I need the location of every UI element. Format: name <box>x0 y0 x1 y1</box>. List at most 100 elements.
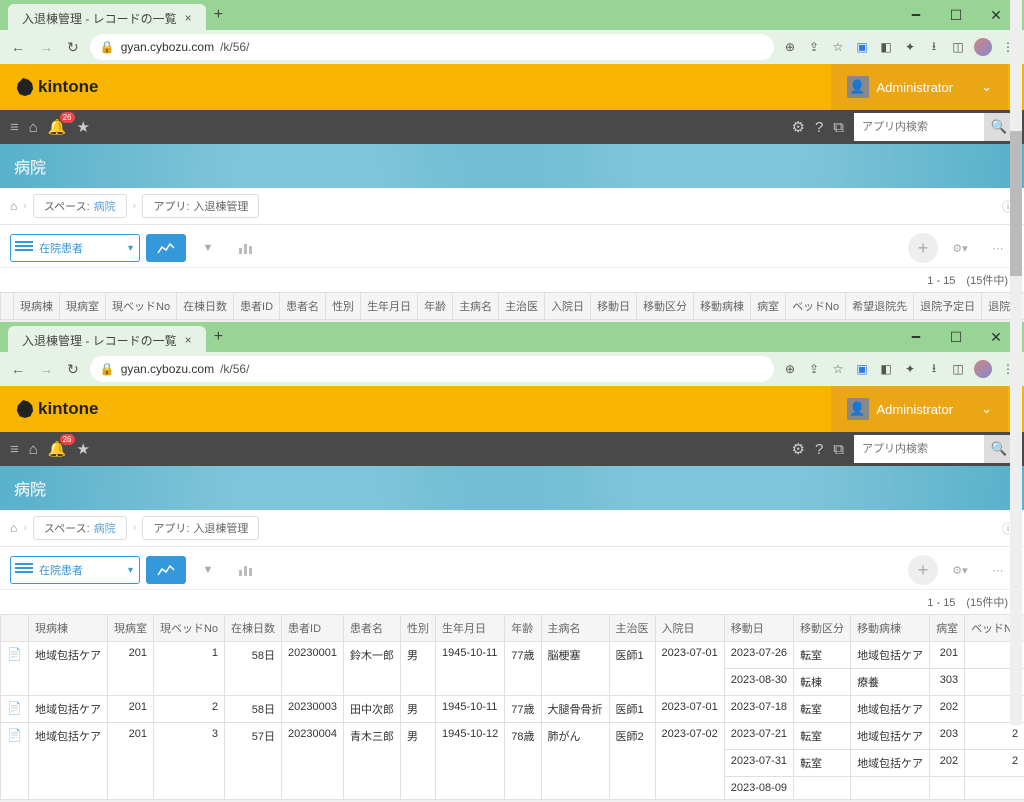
ext2-icon[interactable]: ◧ <box>878 39 894 55</box>
close-icon[interactable]: × <box>185 11 192 25</box>
column-header[interactable]: 性別 <box>326 293 361 320</box>
ext1-icon[interactable]: ▣ <box>854 39 870 55</box>
column-header[interactable]: 現ベッドNo <box>153 615 224 642</box>
column-header[interactable]: 入院日 <box>545 293 591 320</box>
gear-icon[interactable]: ⚙ <box>791 118 804 136</box>
column-header[interactable]: 現病棟 <box>14 293 60 320</box>
ext1-icon[interactable]: ▣ <box>854 361 870 377</box>
column-header[interactable]: 移動区分 <box>637 293 694 320</box>
record-open-icon[interactable]: 📄 <box>7 728 22 742</box>
add-record-button[interactable]: + <box>908 555 938 585</box>
user-menu[interactable]: 👤 Administrator ⌄ <box>831 64 1008 110</box>
kintone-logo[interactable]: kintone <box>16 77 98 97</box>
home-icon[interactable]: ⌂ <box>29 441 38 458</box>
download-icon[interactable]: ⭳ <box>926 39 942 55</box>
breadcrumb-space[interactable]: スペース: 病院 <box>33 516 127 540</box>
profile-avatar[interactable] <box>974 38 992 56</box>
column-header[interactable]: 在棟日数 <box>225 615 282 642</box>
puzzle-icon[interactable]: ✦ <box>902 39 918 55</box>
breadcrumb-space[interactable]: スペース: 病院 <box>33 194 127 218</box>
link-icon[interactable]: ⧉ <box>833 119 844 136</box>
column-header[interactable]: 患者ID <box>234 293 280 320</box>
column-header[interactable]: 患者名 <box>343 615 400 642</box>
panel-icon[interactable]: ◫ <box>950 39 966 55</box>
column-header[interactable]: 病室 <box>751 293 786 320</box>
settings-icon[interactable]: ⚙▾ <box>944 234 976 262</box>
back-icon[interactable]: ← <box>8 361 28 377</box>
new-tab-button[interactable]: + <box>214 6 223 24</box>
url-field[interactable]: 🔒 gyan.cybozu.com/k/56/ <box>90 34 774 60</box>
bell-icon[interactable]: 🔔26 <box>48 440 67 458</box>
zoom-icon[interactable]: ⊕ <box>782 39 798 55</box>
column-header[interactable]: 移動区分 <box>794 615 851 642</box>
table-row[interactable]: 📄地域包括ケア201158日20230001鈴木一郎男1945-10-1177歳… <box>1 642 1024 669</box>
column-header[interactable]: 現病室 <box>60 293 106 320</box>
table-row[interactable]: 📄地域包括ケア201357日20230004青木三郎男1945-10-1278歳… <box>1 723 1024 750</box>
star-icon[interactable]: ☆ <box>830 39 846 55</box>
column-header[interactable]: 移動病棟 <box>851 615 930 642</box>
breadcrumb-home-icon[interactable]: ⌂ <box>10 199 17 213</box>
column-header[interactable]: 主病名 <box>541 615 609 642</box>
share-icon[interactable]: ⇪ <box>806 361 822 377</box>
records-table[interactable]: 現病棟現病室現ベッドNo在棟日数患者ID患者名性別生年月日年齢主病名主治医入院日… <box>0 614 1024 800</box>
column-header[interactable]: 現ベッドNo <box>106 293 177 320</box>
breadcrumb-home-icon[interactable]: ⌂ <box>10 521 17 535</box>
star-icon[interactable]: ☆ <box>830 361 846 377</box>
share-icon[interactable]: ⇪ <box>806 39 822 55</box>
view-selector[interactable]: 在院患者 ▾ <box>10 234 140 262</box>
column-header[interactable]: 退院予定日 <box>914 293 982 320</box>
zoom-icon[interactable]: ⊕ <box>782 361 798 377</box>
bell-icon[interactable]: 🔔26 <box>48 118 67 136</box>
column-header[interactable]: 在棟日数 <box>177 293 234 320</box>
maximize-icon[interactable]: ☐ <box>936 7 976 24</box>
user-menu[interactable]: 👤 Administrator ⌄ <box>831 386 1008 432</box>
chart-button[interactable] <box>230 234 262 262</box>
help-icon[interactable]: ? <box>815 441 823 458</box>
maximize-icon[interactable]: ☐ <box>936 329 976 346</box>
close-icon[interactable]: × <box>185 333 192 347</box>
filter-button[interactable]: ▼ <box>192 234 224 262</box>
minimize-icon[interactable]: 🗕 <box>896 3 936 27</box>
kintone-logo[interactable]: kintone <box>16 399 98 419</box>
favorite-icon[interactable]: ★ <box>77 118 90 136</box>
reload-icon[interactable]: ↻ <box>64 361 82 378</box>
column-header[interactable]: 生年月日 <box>435 615 504 642</box>
app-search-input[interactable] <box>854 113 984 141</box>
column-header[interactable]: 患者ID <box>282 615 344 642</box>
column-header[interactable]: 生年月日 <box>361 293 418 320</box>
link-icon[interactable]: ⧉ <box>833 441 844 458</box>
record-open-icon[interactable]: 📄 <box>7 701 22 715</box>
view-selector[interactable]: 在院患者 ▾ <box>10 556 140 584</box>
graph-button[interactable] <box>146 234 186 262</box>
profile-avatar[interactable] <box>974 360 992 378</box>
favorite-icon[interactable]: ★ <box>77 440 90 458</box>
help-icon[interactable]: ? <box>815 119 823 136</box>
home-icon[interactable]: ⌂ <box>29 119 38 136</box>
reload-icon[interactable]: ↻ <box>64 39 82 56</box>
filter-button[interactable]: ▼ <box>192 556 224 584</box>
browser-tab[interactable]: 入退棟管理 - レコードの一覧 × <box>8 326 206 355</box>
add-record-button[interactable]: + <box>908 233 938 263</box>
gear-icon[interactable]: ⚙ <box>791 440 804 458</box>
download-icon[interactable]: ⭳ <box>926 361 942 377</box>
column-header[interactable]: 年齢 <box>505 615 541 642</box>
column-header[interactable]: ベッドNo <box>786 293 846 320</box>
column-header[interactable]: 主治医 <box>499 293 545 320</box>
column-header[interactable]: 主病名 <box>453 293 499 320</box>
column-header[interactable]: 患者名 <box>280 293 326 320</box>
column-header[interactable]: 病室 <box>930 615 965 642</box>
table-row[interactable]: 📄地域包括ケア201258日20230003田中次郎男1945-10-1177歳… <box>1 696 1024 723</box>
column-header[interactable]: 主治医 <box>609 615 655 642</box>
column-header[interactable]: 現病棟 <box>28 615 107 642</box>
column-header[interactable]: 移動日 <box>724 615 793 642</box>
url-field[interactable]: 🔒 gyan.cybozu.com/k/56/ <box>90 356 774 382</box>
ext2-icon[interactable]: ◧ <box>878 361 894 377</box>
minimize-icon[interactable]: 🗕 <box>896 325 936 349</box>
panel-icon[interactable]: ◫ <box>950 361 966 377</box>
column-header[interactable]: 現病室 <box>107 615 153 642</box>
chart-button[interactable] <box>230 556 262 584</box>
column-header[interactable]: 移動病棟 <box>694 293 751 320</box>
back-icon[interactable]: ← <box>8 39 28 55</box>
browser-tab[interactable]: 入退棟管理 - レコードの一覧 × <box>8 4 206 33</box>
graph-button[interactable] <box>146 556 186 584</box>
